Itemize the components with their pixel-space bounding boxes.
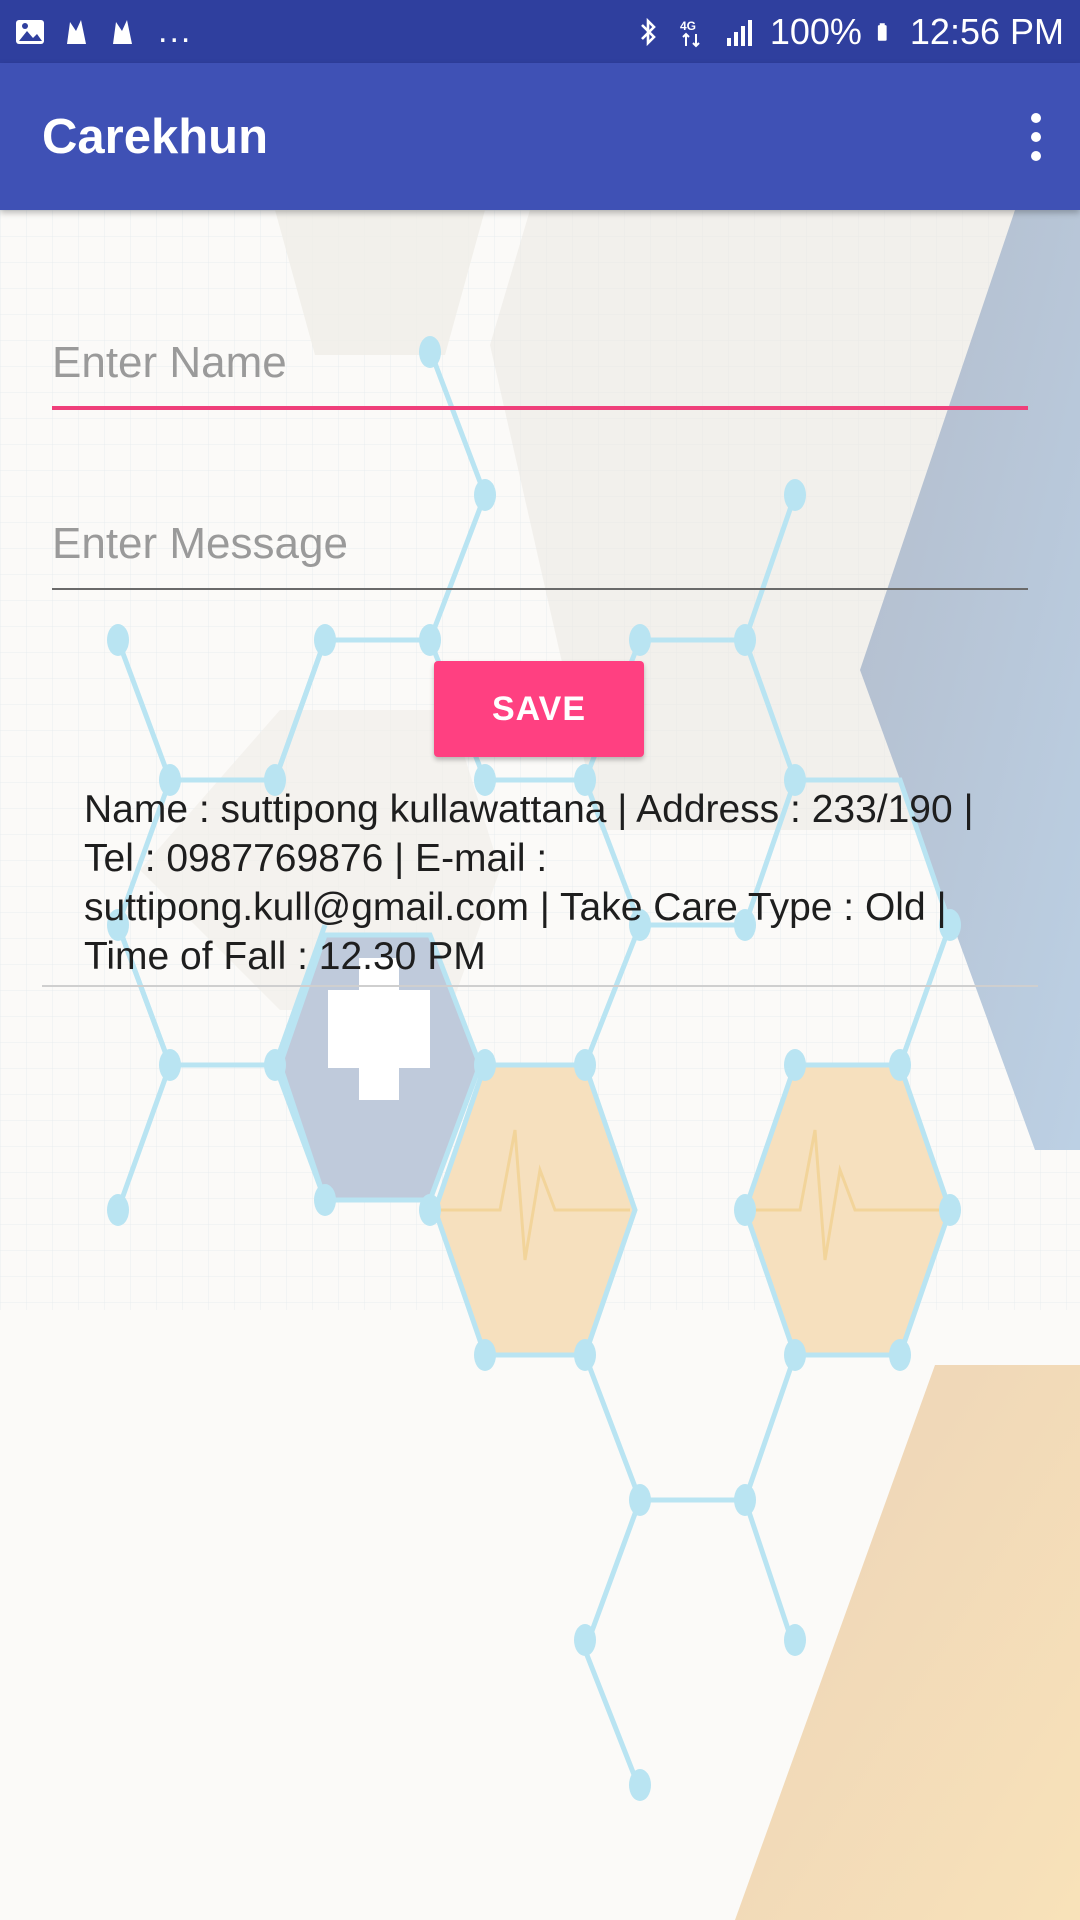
more-notifications: ...	[158, 12, 193, 50]
clock: 12:56 PM	[909, 10, 1064, 52]
status-right: 4G 100% 12:56 PM	[632, 11, 1064, 53]
battery-icon	[877, 22, 887, 41]
status-left: ...	[14, 12, 192, 51]
battery-percent: 100%	[769, 10, 862, 52]
signal-icon	[726, 19, 752, 46]
bluetooth-icon	[640, 17, 656, 46]
message-input[interactable]	[52, 500, 1028, 590]
save-button[interactable]: SAVE	[434, 661, 644, 757]
name-input[interactable]	[52, 320, 1028, 410]
records-list[interactable]: Name : suttipong kullawattana | Address …	[42, 775, 1038, 987]
image-icon	[16, 19, 44, 44]
svg-text:4G: 4G	[680, 19, 696, 33]
more-vert-icon[interactable]	[1016, 107, 1056, 167]
network-4g-icon: 4G	[680, 19, 700, 47]
app-bar: Carekhun	[0, 63, 1080, 210]
status-bar: ... 4G 100% 12:56 PM	[0, 0, 1080, 63]
list-item[interactable]: Name : suttipong kullawattana | Address …	[42, 775, 1038, 987]
app-title: Carekhun	[42, 109, 269, 164]
flame-icon	[113, 19, 132, 44]
main-content: SAVE Name : suttipong kullawattana | Add…	[0, 210, 1080, 1920]
flame-icon	[67, 19, 86, 44]
